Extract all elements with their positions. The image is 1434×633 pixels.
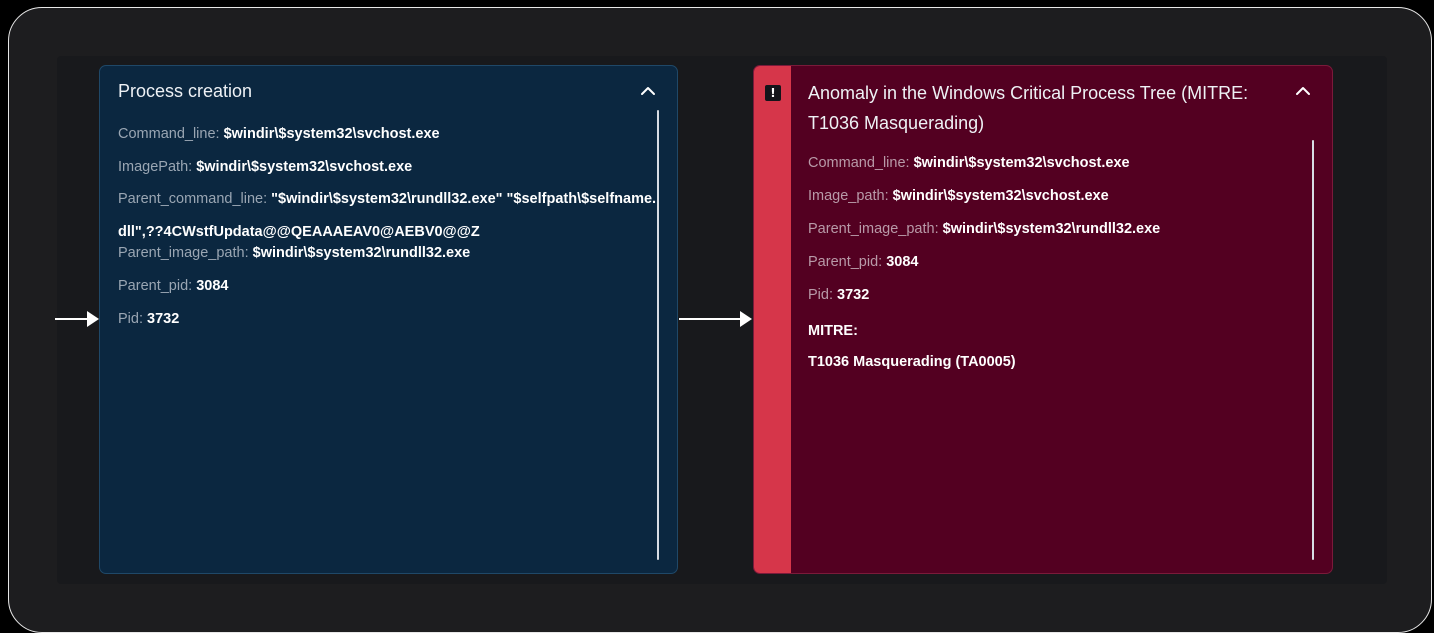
mitre-label: MITRE:: [808, 323, 858, 339]
anomaly-card[interactable]: ! Anomaly in the Windows Critical Proces…: [753, 65, 1333, 574]
field-value: 3732: [147, 311, 180, 327]
field-value: $windir\$system32\svchost.exe: [913, 155, 1130, 171]
field-key: Command_line:: [808, 155, 910, 171]
arrow-head: [87, 311, 99, 327]
field-value: $windir\$system32\rundll32.exe: [252, 245, 471, 261]
field-pid: Pid: 3732: [808, 285, 1288, 318]
field-command-line: Command_line: $windir\$system32\svchost.…: [118, 124, 658, 157]
field-value: 3084: [196, 278, 229, 294]
field-key: Pid:: [118, 311, 143, 327]
field-value: $windir\$system32\rundll32.exe: [942, 221, 1161, 237]
field-key: Image_path:: [808, 188, 889, 204]
process-fields: Command_line: $windir\$system32\svchost.…: [118, 124, 658, 342]
field-value: $windir\$system32\svchost.exe: [196, 159, 413, 175]
field-key: Parent_image_path:: [808, 221, 939, 237]
anomaly-fields: Command_line: $windir\$system32\svchost.…: [808, 153, 1288, 372]
field-parent-command-line: Parent_command_line: "$windir\$system32\…: [118, 183, 658, 249]
incoming-arrow-icon: [55, 311, 99, 327]
field-parent-pid: Parent_pid: 3084: [118, 276, 658, 309]
alert-stripe: !: [754, 66, 791, 573]
field-command-line: Command_line: $windir\$system32\svchost.…: [808, 153, 1288, 186]
field-key: Parent_image_path:: [118, 245, 249, 261]
field-key: Command_line:: [118, 126, 220, 142]
exclamation-square-icon: !: [765, 85, 781, 101]
window-frame: Process creation Command_line: $windir\$…: [8, 7, 1432, 633]
process-creation-card[interactable]: Process creation Command_line: $windir\$…: [99, 65, 678, 574]
chevron-up-icon[interactable]: [639, 82, 657, 100]
field-key: Parent_pid:: [808, 254, 883, 270]
field-key: Parent_pid:: [118, 278, 193, 294]
chevron-up-icon[interactable]: [1294, 82, 1312, 100]
connector-arrow-icon: [679, 311, 752, 327]
field-key: ImagePath:: [118, 159, 193, 175]
field-parent-image-path: Parent_image_path: $windir\$system32\run…: [808, 219, 1288, 252]
field-value: 3084: [886, 254, 919, 270]
arrow-head: [740, 311, 752, 327]
scrollbar[interactable]: [1312, 140, 1314, 560]
field-value: 3732: [837, 287, 870, 303]
mitre-technique: T1036 Masquerading (TA0005): [808, 354, 1016, 370]
field-value: $windir\$system32\svchost.exe: [892, 188, 1109, 204]
card-title: Process creation: [118, 81, 253, 101]
field-key: Parent_command_line:: [118, 191, 268, 207]
field-value: $windir\$system32\svchost.exe: [223, 126, 440, 142]
field-parent-image-path: Parent_image_path: $windir\$system32\run…: [118, 243, 658, 276]
field-pid: Pid: 3732: [118, 309, 658, 342]
field-key: Pid:: [808, 287, 833, 303]
card-title: Anomaly in the Windows Critical Process …: [808, 83, 1249, 133]
field-parent-pid: Parent_pid: 3084: [808, 252, 1288, 285]
field-image-path: Image_path: $windir\$system32\svchost.ex…: [808, 186, 1288, 219]
